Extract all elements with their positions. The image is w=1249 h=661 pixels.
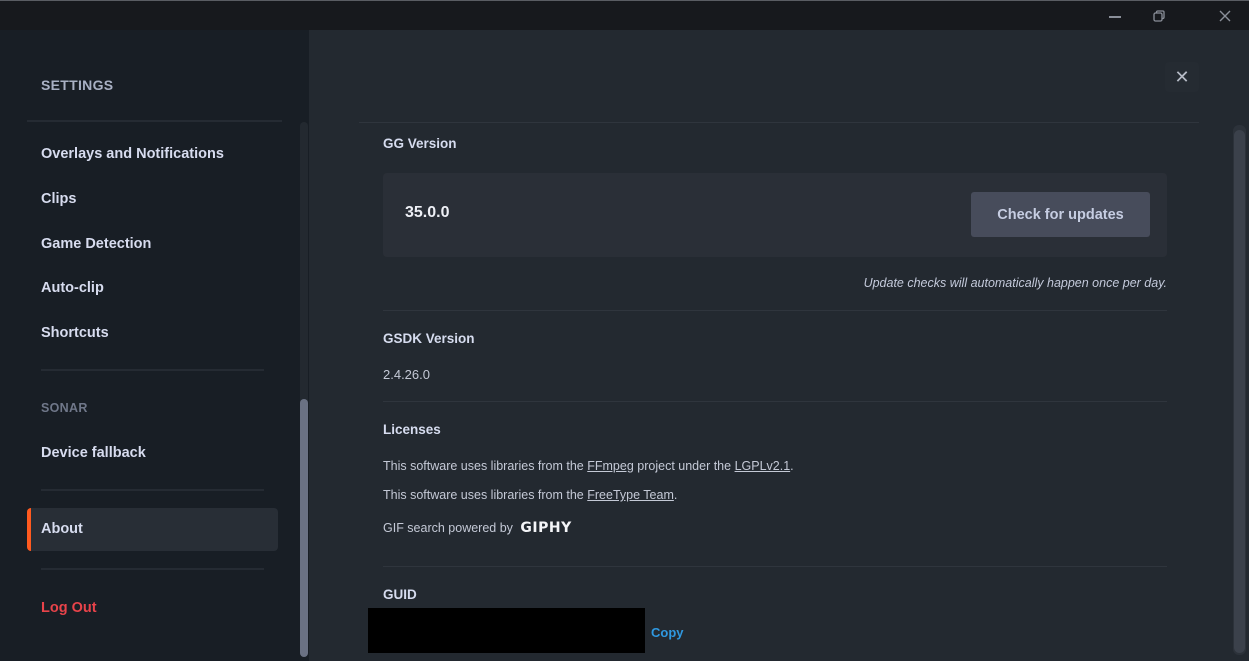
sidebar-item-overlays-and-notifications[interactable]: Overlays and Notifications — [41, 146, 224, 162]
restore-button[interactable] — [1137, 1, 1181, 31]
sidebar-item-auto-clip[interactable]: Auto-clip — [41, 280, 104, 296]
license-text: project under the — [633, 459, 735, 473]
freetype-link[interactable]: FreeType Team — [587, 488, 674, 502]
sidebar-item-device-fallback[interactable]: Device fallback — [41, 445, 146, 461]
close-icon: ✕ — [1174, 66, 1190, 87]
gg-version-title: GG Version — [383, 136, 457, 151]
guid-value-redacted — [368, 608, 645, 653]
close-icon — [1219, 10, 1231, 22]
sidebar-item-game-detection[interactable]: Game Detection — [41, 236, 151, 252]
gsdk-version-value: 2.4.26.0 — [383, 367, 430, 382]
license-text: This software uses libraries from the — [383, 488, 588, 502]
check-for-updates-button[interactable]: Check for updates — [971, 192, 1150, 237]
license-text: . — [673, 488, 678, 502]
gsdk-version-title: GSDK Version — [383, 331, 475, 346]
sidebar-item-label: About — [41, 521, 83, 537]
sidebar-item-shortcuts[interactable]: Shortcuts — [41, 325, 109, 341]
update-note: Update checks will automatically happen … — [863, 276, 1167, 290]
license-line-giphy: GIF search powered by GIPHY — [383, 520, 572, 536]
settings-sidebar: SETTINGS Overlays and Notifications Clip… — [0, 30, 309, 661]
license-line-ffmpeg: This software uses libraries from the FF… — [383, 459, 794, 473]
divider — [41, 489, 264, 491]
main-scrollbar-thumb[interactable] — [1234, 130, 1245, 653]
divider — [27, 120, 282, 122]
restore-icon — [1153, 10, 1165, 22]
minimize-button[interactable] — [1093, 1, 1137, 31]
title-bar — [0, 0, 1249, 30]
guid-title: GUID — [383, 587, 417, 602]
about-panel: ✕ GG Version 35.0.0 Check for updates Up… — [309, 30, 1249, 661]
divider — [41, 568, 264, 570]
gg-version-value: 35.0.0 — [405, 204, 450, 221]
license-text: This software uses libraries from the — [383, 459, 588, 473]
divider — [41, 369, 264, 371]
ffmpeg-link[interactable]: FFmpeg — [587, 459, 634, 473]
divider — [359, 122, 1199, 123]
lgpl-link[interactable]: LGPLv2.1 — [735, 459, 791, 473]
window-close-button[interactable] — [1203, 1, 1247, 31]
divider — [383, 401, 1167, 402]
settings-title: SETTINGS — [41, 77, 114, 93]
license-text: . — [790, 459, 794, 473]
licenses-title: Licenses — [383, 422, 441, 437]
gg-version-card: 35.0.0 Check for updates — [383, 173, 1167, 257]
license-line-freetype: This software uses libraries from the Fr… — [383, 488, 677, 502]
license-text: GIF search powered by — [383, 521, 513, 535]
divider — [383, 310, 1167, 311]
sidebar-scrollbar-thumb[interactable] — [300, 399, 308, 657]
sonar-section-label: SONAR — [41, 401, 88, 415]
copy-guid-button[interactable]: Copy — [651, 625, 684, 640]
sidebar-item-about[interactable]: About — [27, 508, 278, 551]
active-indicator — [27, 508, 31, 551]
divider — [383, 566, 1167, 567]
logout-button[interactable]: Log Out — [41, 600, 97, 616]
giphy-logo: GIPHY — [520, 520, 572, 536]
close-settings-button[interactable]: ✕ — [1165, 62, 1199, 92]
sidebar-item-clips[interactable]: Clips — [41, 191, 76, 207]
minimize-icon — [1109, 16, 1121, 18]
